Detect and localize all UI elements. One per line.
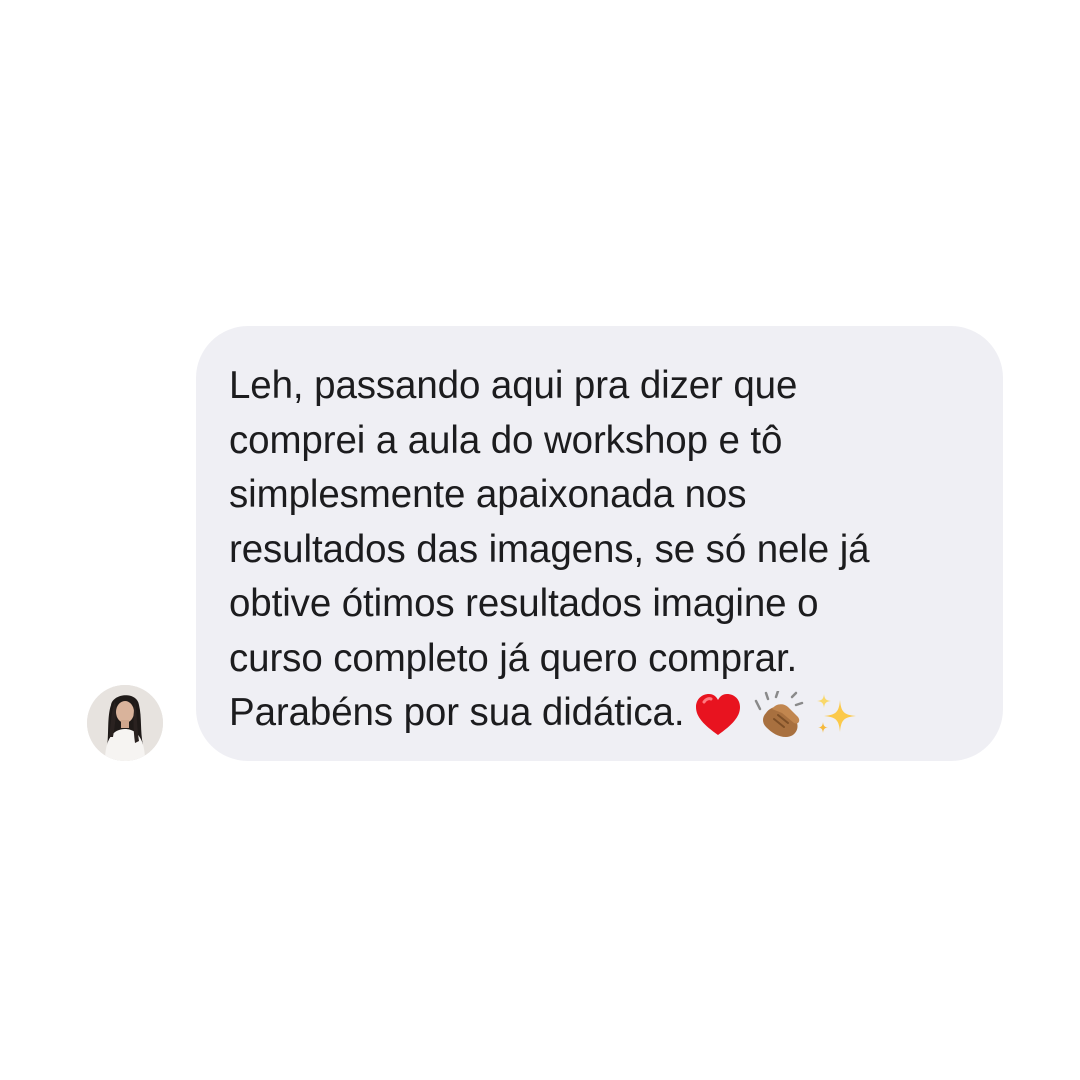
red-heart-icon <box>694 693 742 737</box>
message-line: obtive ótimos resultados imagine o <box>229 582 819 625</box>
message-line: resultados das imagens, se só nele já <box>229 527 870 571</box>
clapping-hands-icon <box>752 690 804 739</box>
sparkles-icon <box>814 692 860 738</box>
message-line: simplesmente apaixonada nos <box>229 473 747 516</box>
chat-screen: Leh, passando aqui pra dizer que comprei… <box>0 0 1080 1080</box>
message-line-text: Parabéns por sua didática. <box>229 691 685 734</box>
message-bubble[interactable]: Leh, passando aqui pra dizer que comprei… <box>196 326 1003 761</box>
sender-avatar[interactable] <box>87 685 163 761</box>
message-line: curso completo já quero comprar. <box>229 636 798 680</box>
message-line: Leh, passando aqui pra dizer que <box>229 364 798 407</box>
profile-photo-icon <box>87 685 163 761</box>
message-line: comprei a aula do workshop e tô <box>229 418 783 462</box>
message-last-line: Parabéns por sua didática. <box>229 686 983 741</box>
